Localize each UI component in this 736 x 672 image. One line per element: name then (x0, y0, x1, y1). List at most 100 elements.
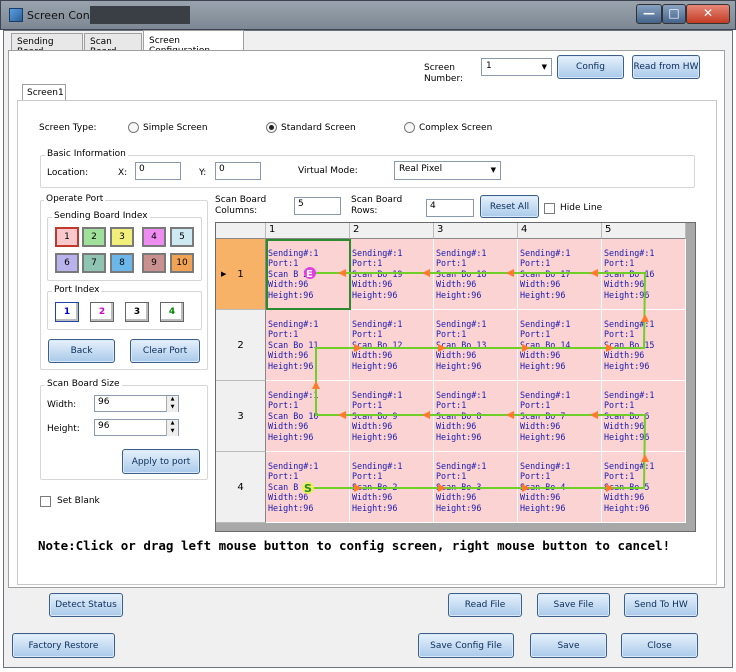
virtual-mode-label: Virtual Mode: (298, 166, 358, 176)
set-blank-checkbox[interactable] (40, 496, 51, 507)
screen-grid[interactable]: 1 2 3 4 5 1 ▶ 2 3 4 Sending#:1 Port:1 Scan B 20 Wi… (215, 222, 696, 532)
grid-cell[interactable]: Sending#:1 Port:1 Scan Bo 13 Width:96 He… (434, 310, 518, 381)
sending-board-button-10[interactable]: 10 (170, 253, 194, 273)
grid-cell[interactable]: Sending#:1 Port:1 Scan Bo 15 Width:96 He… (602, 310, 686, 381)
virtual-mode-value: Real Pixel (399, 164, 443, 174)
hide-line-checkbox[interactable] (544, 203, 555, 214)
apply-to-port-button[interactable]: Apply to port (122, 449, 200, 474)
grid-corner (216, 223, 266, 239)
tab-screen1[interactable]: Screen1 (22, 84, 66, 101)
grid-cell[interactable]: Sending#:1 Port:1 Scan Bo 14 Width:96 He… (518, 310, 602, 381)
sending-board-index-title: Sending Board Index (52, 211, 150, 221)
scan-board-columns-label: Scan Board Columns: (215, 195, 267, 216)
grid-cell[interactable]: Sending#:1 Port:1 Scan Bo 3 Width:96 Hei… (434, 452, 518, 523)
screen-number-select[interactable]: 1 ▼ (481, 58, 552, 76)
x-label: X: (118, 168, 128, 178)
grid-row-header-label: 1 (237, 268, 244, 280)
location-label: Location: (47, 168, 89, 178)
title-mask (90, 6, 190, 24)
grid-cell[interactable]: Sending#:1 Port:1 Scan Bo 17 Width:96 He… (518, 239, 602, 310)
grid-cell[interactable]: Sending#:1 Port:1 Scan Bo 8 Width:96 Hei… (434, 381, 518, 452)
grid-cell[interactable]: Sending#:1 Port:1 Scan Bo 2 Width:96 Hei… (350, 452, 434, 523)
sending-board-button-5[interactable]: 5 (170, 227, 194, 247)
width-spinbox[interactable]: 96 ▲ ▼ (94, 395, 179, 412)
scan-board-rows-input[interactable]: 4 (426, 199, 474, 217)
tab-screen-configuration[interactable]: Screen Configuration (143, 30, 244, 56)
read-from-hw-button[interactable]: Read from HW (632, 55, 700, 79)
grid-cell[interactable]: Sending#:1 Port:1 Scan B 20 Width:96 Hei… (266, 239, 350, 310)
y-label: Y: (199, 168, 207, 178)
spin-up-icon[interactable]: ▲ (166, 396, 178, 404)
spin-down-icon[interactable]: ▼ (166, 428, 178, 436)
instruction-note: Note:Click or drag left mouse button to … (38, 538, 671, 553)
grid-cell[interactable]: Sending#:1 Port:1 Scan Bo 18 Width:96 He… (434, 239, 518, 310)
port-button-3[interactable]: 3 (125, 302, 149, 322)
save-config-file-button[interactable]: Save Config File (418, 633, 514, 658)
spin-down-icon[interactable]: ▼ (166, 404, 178, 412)
grid-column-header[interactable]: 4 (518, 223, 602, 239)
scan-board-columns-input[interactable]: 5 (294, 197, 341, 215)
set-blank-label: Set Blank (57, 496, 100, 506)
height-spinbox[interactable]: 96 ▲ ▼ (94, 419, 179, 436)
clear-port-button[interactable]: Clear Port (130, 339, 200, 363)
config-button[interactable]: Config (557, 55, 624, 79)
grid-cell[interactable]: Sending#:1 Port:1 Scan Bo 9 Width:96 Hei… (350, 381, 434, 452)
dropdown-arrow-icon: ▼ (490, 166, 496, 174)
grid-cell[interactable]: Sending#:1 Port:1 Scan Bo 4 Width:96 Hei… (518, 452, 602, 523)
location-x-input[interactable]: 0 (135, 162, 181, 180)
sending-board-button-2[interactable]: 2 (82, 227, 106, 247)
send-to-hw-button[interactable]: Send To HW (624, 593, 698, 617)
grid-cell[interactable]: Sending#:1 Port:1 Scan B 1 Width:96 Heig… (266, 452, 350, 523)
grid-cell[interactable]: Sending#:1 Port:1 Scan Bo 6 Width:96 Hei… (602, 381, 686, 452)
sending-board-button-3[interactable]: 3 (110, 227, 134, 247)
save-button[interactable]: Save (530, 633, 607, 658)
maximize-button[interactable]: □ (662, 4, 686, 24)
grid-row-header-label: 2 (237, 339, 244, 351)
height-label: Height: (47, 424, 80, 434)
grid-column-header[interactable]: 3 (434, 223, 518, 239)
grid-cell[interactable]: Sending#:1 Port:1 Scan Bo 10 Width:96 He… (266, 381, 350, 452)
save-file-button[interactable]: Save File (537, 593, 610, 617)
spin-up-icon[interactable]: ▲ (166, 420, 178, 428)
sending-board-button-1[interactable]: 1 (55, 227, 79, 247)
screen-number-value: 1 (486, 61, 492, 71)
virtual-mode-select[interactable]: Real Pixel ▼ (394, 161, 501, 180)
grid-cell[interactable]: Sending#:1 Port:1 Scan Bo 11 Width:96 He… (266, 310, 350, 381)
sending-board-button-7[interactable]: 7 (82, 253, 106, 273)
grid-cell[interactable]: Sending#:1 Port:1 Scan Bo 12 Width:96 He… (350, 310, 434, 381)
detect-status-button[interactable]: Detect Status (49, 593, 123, 617)
grid-row-header[interactable]: 4 (216, 452, 266, 523)
sending-board-button-9[interactable]: 9 (142, 253, 166, 273)
radio-simple-screen[interactable] (128, 122, 139, 133)
height-value: 96 (98, 421, 110, 431)
port-button-2[interactable]: 2 (90, 302, 114, 322)
grid-row-header[interactable]: 3 (216, 381, 266, 452)
grid-row-header[interactable]: 1 ▶ (216, 239, 266, 310)
sending-board-button-4[interactable]: 4 (142, 227, 166, 247)
sending-board-button-6[interactable]: 6 (55, 253, 79, 273)
grid-cell[interactable]: Sending#:1 Port:1 Scan Bo 5 Width:96 Hei… (602, 452, 686, 523)
grid-column-header[interactable]: 1 (266, 223, 350, 239)
back-button[interactable]: Back (48, 339, 115, 363)
operate-port-title: Operate Port (44, 194, 106, 204)
factory-restore-button[interactable]: Factory Restore (12, 633, 115, 658)
grid-cell[interactable]: Sending#:1 Port:1 Scan Bo 7 Width:96 Hei… (518, 381, 602, 452)
hide-line-label: Hide Line (560, 203, 603, 213)
read-file-button[interactable]: Read File (448, 593, 522, 617)
minimize-button[interactable]: — (636, 4, 662, 24)
grid-column-header[interactable]: 5 (602, 223, 686, 239)
port-button-1[interactable]: 1 (55, 302, 79, 322)
grid-row-header[interactable]: 2 (216, 310, 266, 381)
grid-cell[interactable]: Sending#:1 Port:1 Scan Bo 16 Width:96 He… (602, 239, 686, 310)
sending-board-button-8[interactable]: 8 (110, 253, 134, 273)
close-window-button[interactable]: ✕ (686, 4, 730, 24)
reset-all-button[interactable]: Reset All (480, 195, 539, 218)
grid-cell[interactable]: Sending#:1 Port:1 Scan Bo 19 Width:96 He… (350, 239, 434, 310)
radio-standard-screen[interactable] (266, 122, 277, 133)
radio-complex-screen[interactable] (404, 122, 415, 133)
location-y-input[interactable]: 0 (215, 162, 261, 180)
standard-screen-label: Standard Screen (281, 123, 356, 133)
close-button[interactable]: Close (621, 633, 698, 658)
grid-column-header[interactable]: 2 (350, 223, 434, 239)
port-button-4[interactable]: 4 (160, 302, 184, 322)
